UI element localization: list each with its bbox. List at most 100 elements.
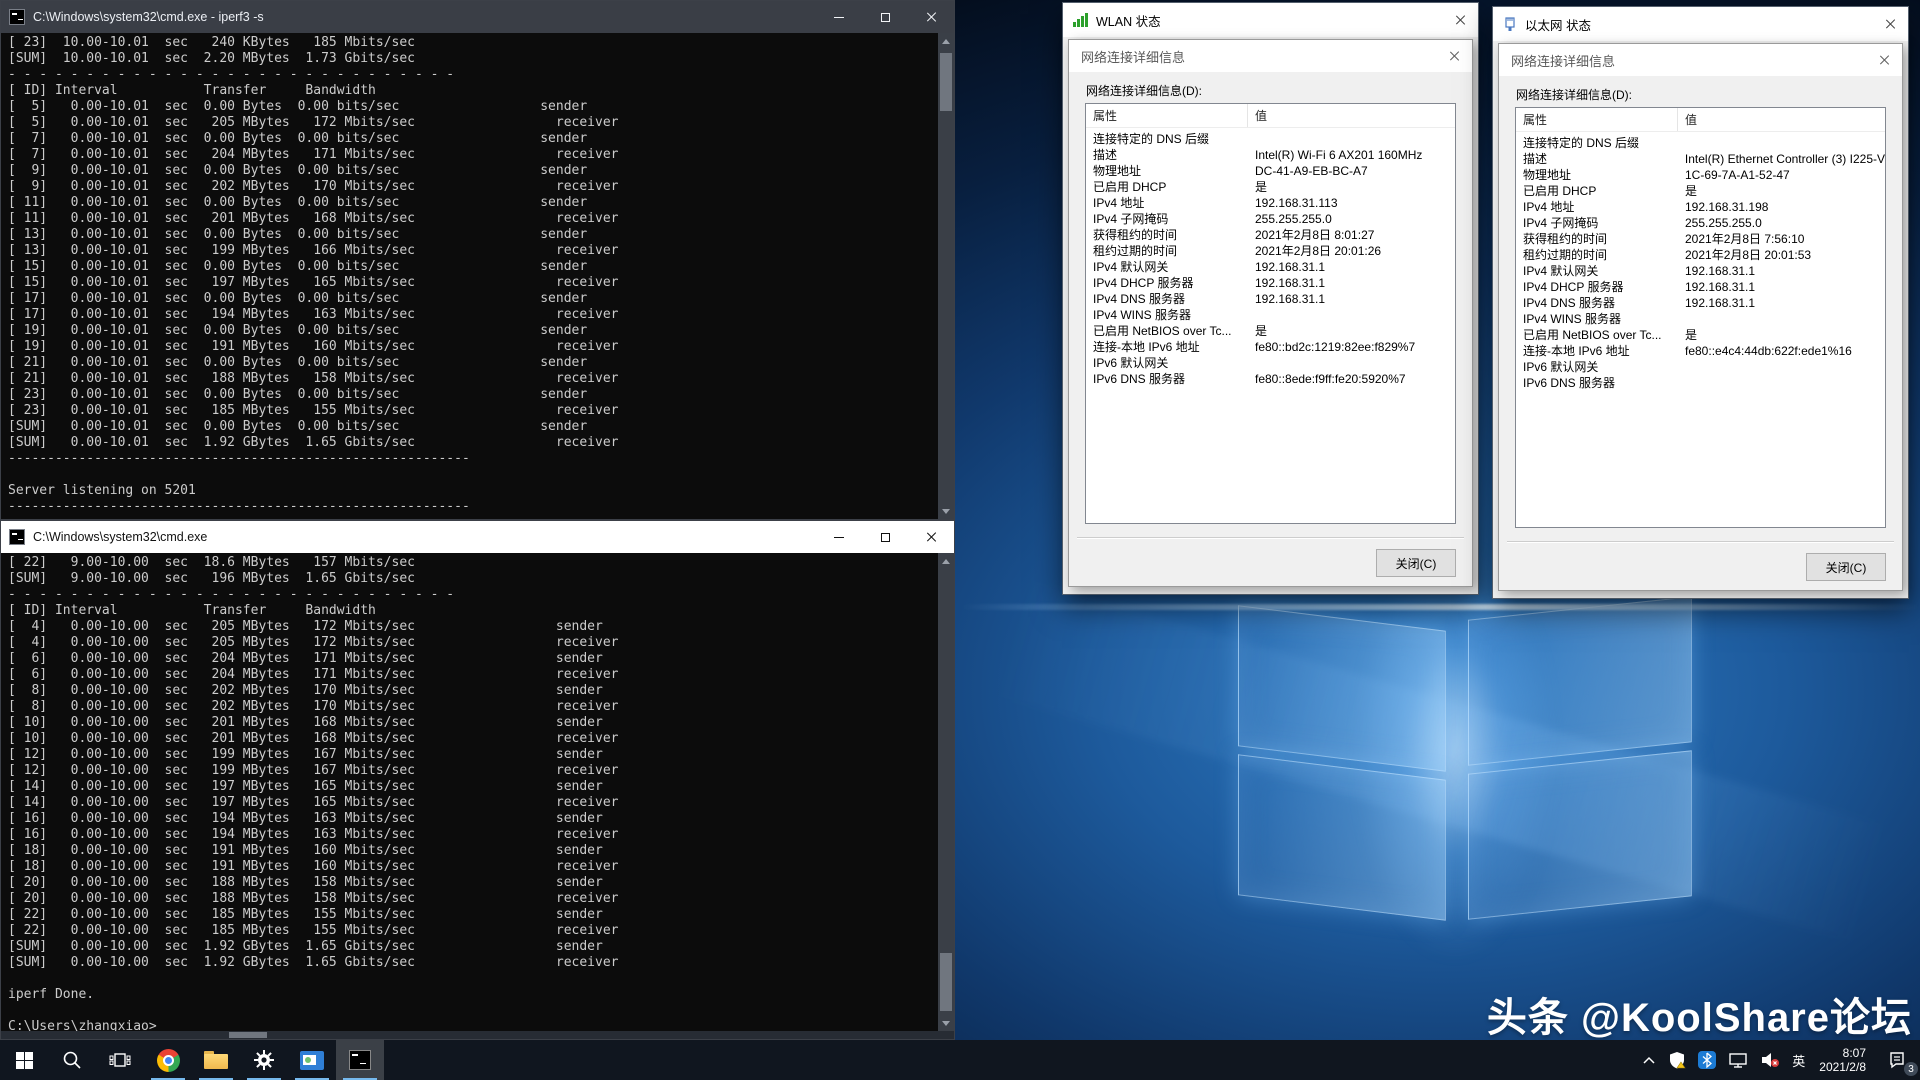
notification-center-button[interactable]: 3 <box>1874 1040 1920 1080</box>
detail-property: 连接-本地 IPv6 地址 <box>1516 343 1678 359</box>
close-dialog-button[interactable]: 关闭(C) <box>1806 553 1886 581</box>
close-icon[interactable] <box>1448 50 1460 62</box>
detail-row[interactable]: 物理地址1C-69-7A-A1-52-47 <box>1516 167 1885 183</box>
scrollbar-thumb[interactable] <box>940 953 952 1011</box>
detail-property: IPv4 DHCP 服务器 <box>1516 279 1678 295</box>
dialog-titlebar[interactable]: 网络连接详细信息 <box>1499 44 1902 76</box>
tray-network-button[interactable] <box>1722 1040 1754 1080</box>
terminal-line: [ 20] 0.00-10.00 sec 188 MBytes 158 Mbit… <box>8 875 938 891</box>
detail-row[interactable]: 描述Intel(R) Ethernet Controller (3) I225-… <box>1516 151 1885 167</box>
detail-row[interactable]: IPv4 默认网关192.168.31.1 <box>1086 259 1455 275</box>
terminal-line: [ 9] 0.00-10.01 sec 0.00 Bytes 0.00 bits… <box>8 163 938 179</box>
detail-row[interactable]: 已启用 NetBIOS over Tc...是 <box>1516 327 1885 343</box>
detail-row[interactable]: IPv4 子网掩码255.255.255.0 <box>1086 211 1455 227</box>
terminal-line <box>8 971 938 987</box>
scroll-up-icon[interactable] <box>938 553 954 569</box>
detail-row[interactable]: 物理地址DC-41-A9-EB-BC-A7 <box>1086 163 1455 179</box>
maximize-button[interactable] <box>862 521 908 553</box>
detail-property: IPv4 默认网关 <box>1086 259 1248 275</box>
detail-row[interactable]: 租约过期的时间2021年2月8日 20:01:26 <box>1086 243 1455 259</box>
detail-value: fe80::8ede:f9ff:fe20:5920%7 <box>1248 371 1406 387</box>
terminal-line: - - - - - - - - - - - - - - - - - - - - … <box>8 587 938 603</box>
cmd-icon <box>9 9 25 25</box>
search-button[interactable] <box>48 1040 96 1080</box>
detail-row[interactable]: 已启用 NetBIOS over Tc...是 <box>1086 323 1455 339</box>
detail-row[interactable]: 租约过期的时间2021年2月8日 20:01:53 <box>1516 247 1885 263</box>
titlebar[interactable]: C:\Windows\system32\cmd.exe <box>1 521 954 553</box>
scrollbar-thumb[interactable] <box>229 1032 267 1038</box>
detail-row[interactable]: IPv6 默认网关 <box>1086 355 1455 371</box>
tray-clock-button[interactable]: 8:07 2021/2/8 <box>1811 1040 1874 1080</box>
detail-row[interactable]: IPv4 默认网关192.168.31.1 <box>1516 263 1885 279</box>
detail-row[interactable]: IPv4 DHCP 服务器192.168.31.1 <box>1516 279 1885 295</box>
detail-row[interactable]: 已启用 DHCP是 <box>1086 179 1455 195</box>
detail-row[interactable]: IPv4 DNS 服务器192.168.31.1 <box>1086 291 1455 307</box>
detail-row[interactable]: 获得租约的时间2021年2月8日 7:56:10 <box>1516 231 1885 247</box>
minimize-button[interactable] <box>816 521 862 553</box>
detail-row[interactable]: IPv4 子网掩码255.255.255.0 <box>1516 215 1885 231</box>
terminal-line: [ 16] 0.00-10.00 sec 194 MBytes 163 Mbit… <box>8 811 938 827</box>
chrome-taskbar-button[interactable] <box>144 1040 192 1080</box>
detail-row[interactable]: IPv4 WINS 服务器 <box>1086 307 1455 323</box>
scroll-down-icon[interactable] <box>938 1015 954 1031</box>
close-icon[interactable] <box>1878 54 1890 66</box>
command-prompt-taskbar-button[interactable] <box>336 1040 384 1080</box>
settings-taskbar-button[interactable] <box>240 1040 288 1080</box>
detail-row[interactable]: 连接-本地 IPv6 地址fe80::e4c4:44db:622f:ede1%1… <box>1516 343 1885 359</box>
maximize-button[interactable] <box>862 1 908 33</box>
minimize-button[interactable] <box>816 1 862 33</box>
terminal-line: ----------------------------------------… <box>8 499 938 515</box>
detail-row[interactable]: IPv4 WINS 服务器 <box>1516 311 1885 327</box>
tray-ime-button[interactable]: 英 <box>1786 1040 1811 1080</box>
detail-row[interactable]: IPv4 地址192.168.31.198 <box>1516 199 1885 215</box>
start-button[interactable] <box>0 1040 48 1080</box>
dialog-titlebar[interactable]: 网络连接详细信息 <box>1069 40 1472 72</box>
table-header[interactable]: 属性 值 <box>1516 108 1885 132</box>
horizontal-scrollbar[interactable] <box>1 1031 938 1039</box>
titlebar[interactable]: C:\Windows\system32\cmd.exe - iperf3 -s <box>1 1 954 33</box>
detail-property: IPv4 子网掩码 <box>1086 211 1248 227</box>
detail-row[interactable]: 连接-本地 IPv6 地址fe80::bd2c:1219:82ee:f829%7 <box>1086 339 1455 355</box>
close-icon[interactable] <box>1454 14 1466 26</box>
cmd-window-iperf-server: C:\Windows\system32\cmd.exe - iperf3 -s … <box>0 0 955 520</box>
column-header-value[interactable]: 值 <box>1678 111 1697 128</box>
search-icon <box>61 1049 83 1071</box>
tray-defender-button[interactable] <box>1662 1040 1692 1080</box>
tray-chevron-button[interactable] <box>1636 1040 1662 1080</box>
wlan-status-window: WLAN 状态 网络连接详细信息 网络连接详细信息(D): 属性 值 连接特定的… <box>1062 2 1479 595</box>
detail-row[interactable]: IPv6 默认网关 <box>1516 359 1885 375</box>
detail-row[interactable]: 获得租约的时间2021年2月8日 8:01:27 <box>1086 227 1455 243</box>
table-header[interactable]: 属性 值 <box>1086 104 1455 128</box>
tray-bluetooth-button[interactable] <box>1692 1040 1722 1080</box>
detail-row[interactable]: IPv4 DHCP 服务器192.168.31.1 <box>1086 275 1455 291</box>
detail-row[interactable]: IPv4 DNS 服务器192.168.31.1 <box>1516 295 1885 311</box>
file-explorer-taskbar-button[interactable] <box>192 1040 240 1080</box>
detail-value: 2021年2月8日 20:01:53 <box>1678 247 1811 263</box>
detail-value: 2021年2月8日 7:56:10 <box>1678 231 1804 247</box>
detail-row[interactable]: IPv4 地址192.168.31.113 <box>1086 195 1455 211</box>
column-header-property[interactable]: 属性 <box>1086 104 1248 127</box>
scrollbar-thumb[interactable] <box>940 53 952 111</box>
detail-row[interactable]: 描述Intel(R) Wi-Fi 6 AX201 160MHz <box>1086 147 1455 163</box>
column-header-value[interactable]: 值 <box>1248 107 1267 124</box>
detail-row[interactable]: IPv6 DNS 服务器 <box>1516 375 1885 391</box>
detail-row[interactable]: 连接特定的 DNS 后缀 <box>1516 135 1885 151</box>
task-view-button[interactable] <box>96 1040 144 1080</box>
titlebar[interactable]: WLAN 状态 <box>1063 3 1478 37</box>
network-details-dialog: 网络连接详细信息 网络连接详细信息(D): 属性 值 连接特定的 DNS 后缀描… <box>1068 39 1473 587</box>
titlebar[interactable]: 以太网 状态 <box>1493 7 1908 41</box>
vertical-scrollbar[interactable] <box>938 553 954 1031</box>
detail-row[interactable]: IPv6 DNS 服务器fe80::8ede:f9ff:fe20:5920%7 <box>1086 371 1455 387</box>
detail-row[interactable]: 连接特定的 DNS 后缀 <box>1086 131 1455 147</box>
network-connections-taskbar-button[interactable] <box>288 1040 336 1080</box>
detail-row[interactable]: 已启用 DHCP是 <box>1516 183 1885 199</box>
close-button[interactable] <box>908 1 954 33</box>
close-dialog-button[interactable]: 关闭(C) <box>1376 549 1456 577</box>
vertical-scrollbar[interactable] <box>938 33 954 519</box>
scroll-up-icon[interactable] <box>938 33 954 49</box>
column-header-property[interactable]: 属性 <box>1516 108 1678 131</box>
close-icon[interactable] <box>1884 18 1896 30</box>
tray-volume-button[interactable] <box>1754 1040 1786 1080</box>
close-button[interactable] <box>908 521 954 553</box>
scroll-down-icon[interactable] <box>938 503 954 519</box>
